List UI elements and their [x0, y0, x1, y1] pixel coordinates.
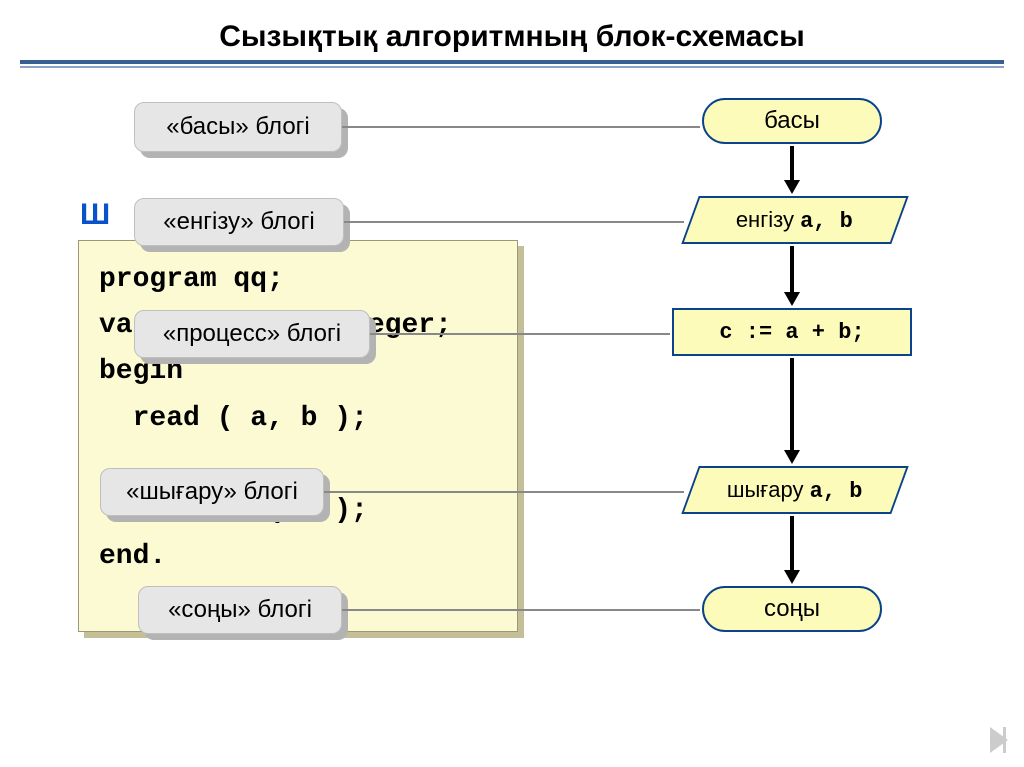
label-output: «шығару» блогі [100, 468, 324, 516]
flow-output-block: шығару a, b [681, 466, 908, 514]
flow-end-terminal: соңы [702, 586, 882, 632]
arrow-head-icon [784, 180, 800, 194]
slide-title: Сызықтық алгоритмның блок-схемасы [0, 0, 1024, 60]
label-end: «соңы» блогі [138, 586, 342, 634]
connector-line [342, 126, 700, 128]
next-slide-icon[interactable] [990, 727, 1008, 753]
arrow-line [790, 146, 794, 182]
code-box: program qq; var a, b, c: integer; begin … [78, 240, 518, 632]
flow-output-text: шығару a, b [727, 477, 863, 504]
flow-process-block: c := a + b; [672, 308, 912, 356]
label-process: «процесс» блогі [134, 310, 370, 358]
arrow-line [790, 516, 794, 572]
flow-start-terminal: басы [702, 98, 882, 144]
label-start: «басы» блогі [134, 102, 342, 152]
arrow-head-icon [784, 292, 800, 306]
arrow-line [790, 358, 794, 452]
arrow-head-icon [784, 450, 800, 464]
arrow-head-icon [784, 570, 800, 584]
divider [20, 60, 1004, 64]
connector-line [370, 333, 670, 335]
flow-input-text: енгізу a, b [736, 207, 853, 234]
label-input: «енгізу» блогі [134, 198, 344, 246]
arrow-line [790, 246, 794, 294]
heading-fragment: Ш [80, 198, 110, 232]
flow-input-block: енгізу a, b [681, 196, 908, 244]
connector-line [324, 491, 684, 493]
divider-thin [20, 66, 1004, 68]
connector-line [342, 609, 700, 611]
connector-line [344, 221, 684, 223]
